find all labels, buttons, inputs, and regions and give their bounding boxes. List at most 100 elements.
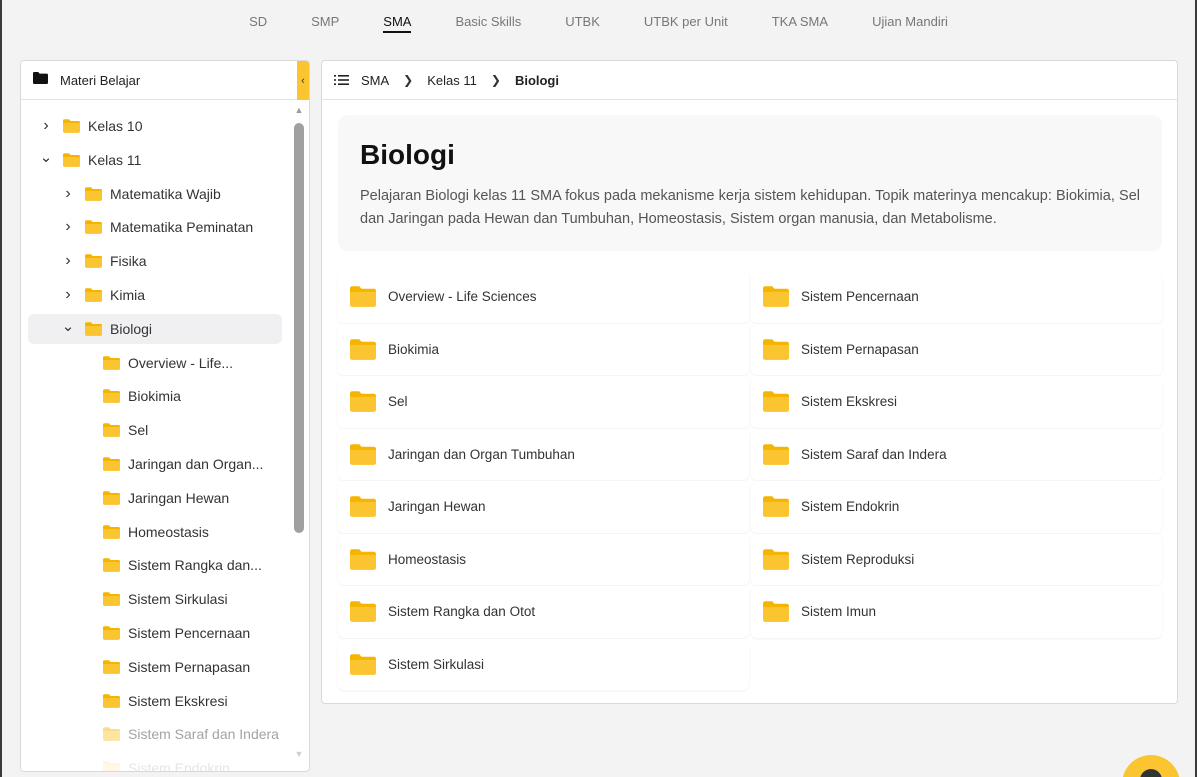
scroll-down-arrow-icon[interactable]: ▼	[293, 749, 305, 761]
tab-ujian-mandiri[interactable]: Ujian Mandiri	[850, 0, 970, 44]
tree-item-label: Matematika Wajib	[110, 185, 221, 202]
topic-name: Sel	[388, 394, 408, 410]
tree-item-sistem-pernapasan[interactable]: Sistem Pernapasan	[103, 652, 250, 682]
tree-item-sistem-pencernaan[interactable]: Sistem Pencernaan	[103, 618, 250, 648]
main-panel: SMA ❯ Kelas 11 ❯ Biologi Biologi Pelajar…	[321, 60, 1178, 704]
tree-item-kelas-11[interactable]: ⌄ Kelas 11	[39, 145, 142, 175]
topic-card[interactable]: Sistem Pernapasan	[751, 323, 1162, 375]
page-title: Biologi	[360, 139, 455, 170]
tree-item-biologi[interactable]: ⌄ Biologi	[28, 313, 282, 344]
scroll-up-arrow-icon[interactable]: ▲	[293, 105, 305, 117]
level-tabs: SD SMP SMA Basic Skills UTBK UTBK per Unit TKA…	[0, 0, 1197, 44]
tree-item-label: Sistem Pernapasan	[128, 658, 251, 675]
topic-card[interactable]: Sistem Pencernaan	[751, 271, 1162, 323]
tab-label: SD	[249, 14, 268, 29]
tab-sma[interactable]: SMA	[361, 0, 433, 44]
tree-item-biokimia[interactable]: Biokimia	[103, 381, 181, 411]
breadcrumb-item-sma[interactable]: SMA	[361, 73, 389, 88]
tree-item-overview-life[interactable]: Overview - Life...	[103, 348, 233, 378]
topic-name: Sistem Reproduksi	[801, 551, 915, 567]
tree-item-sistem-sirkulasi[interactable]: Sistem Sirkulasi	[103, 584, 228, 614]
tree-item-matematika-wajib[interactable]: › Matematika Wajib	[61, 179, 221, 209]
folder-icon	[103, 389, 120, 404]
tree-item-homeostasis[interactable]: Homeostasis	[103, 517, 209, 547]
tree-item-matematika-peminatan[interactable]: › Matematika Peminatan	[61, 212, 253, 242]
chevron-right-icon: ❯	[490, 73, 501, 87]
chevron-right-icon[interactable]: ›	[61, 286, 75, 304]
chevron-right-icon[interactable]: ›	[61, 185, 75, 203]
tree-item-sistem-saraf-dan-indera[interactable]: Sistem Saraf dan Indera	[103, 719, 279, 749]
folder-icon	[103, 524, 120, 539]
tab-label: SMA	[383, 14, 412, 33]
sidebar-title: Materi Belajar	[60, 72, 141, 88]
topic-card[interactable]: Sistem Endokrin	[751, 481, 1162, 533]
chat-icon	[1140, 769, 1162, 777]
tree-item-sel[interactable]: Sel	[103, 415, 148, 445]
topic-card[interactable]: Sistem Saraf dan Indera	[751, 428, 1162, 480]
list-icon[interactable]	[334, 74, 349, 86]
tree-item-sistem-rangka-dan[interactable]: Sistem Rangka dan...	[103, 550, 262, 580]
tab-label: UTBK per Unit	[643, 14, 728, 29]
tree-item-sistem-endokrin[interactable]: Sistem Endokrin	[103, 753, 230, 771]
tab-label: Ujian Mandiri	[872, 14, 948, 29]
tab-sd[interactable]: SD	[227, 0, 289, 44]
folder-icon	[763, 338, 789, 360]
folder-icon	[103, 592, 120, 606]
folder-icon	[103, 423, 120, 437]
folder-icon	[103, 558, 120, 573]
chevron-down-icon[interactable]: ⌄	[39, 148, 53, 166]
folder-icon	[350, 391, 376, 413]
tab-utbk[interactable]: UTBK	[543, 0, 622, 44]
topic-card[interactable]: Jaringan dan Organ Tumbuhan	[338, 428, 749, 480]
tree-item-jaringan-dan-organ[interactable]: Jaringan dan Organ...	[103, 449, 263, 479]
folder-icon	[63, 119, 80, 133]
sidebar-scrollbar[interactable]: ▲ ▼	[293, 105, 305, 761]
tree-item-kimia[interactable]: › Kimia	[61, 280, 145, 310]
tree-item-label: Sistem Pencernaan	[128, 625, 251, 641]
topic-name: Jaringan Hewan	[388, 499, 486, 515]
help-button[interactable]	[1122, 755, 1180, 777]
tree-item-label: Sistem Saraf dan Indera	[128, 726, 279, 743]
tree-item-kelas-10[interactable]: › Kelas 10	[39, 111, 142, 141]
chevron-right-icon[interactable]: ›	[61, 218, 75, 236]
topic-card[interactable]: Sel	[338, 376, 749, 428]
tree-item-fisika[interactable]: › Fisika	[61, 246, 146, 276]
topic-card[interactable]: Sistem Imun	[751, 586, 1162, 638]
topic-name: Overview - Life Sciences	[388, 289, 537, 305]
breadcrumb-current: Biologi	[514, 72, 559, 88]
tree-item-jaringan-hewan[interactable]: Jaringan Hewan	[103, 483, 229, 513]
tree-item-label: Biokimia	[128, 388, 181, 405]
topic-card[interactable]: Overview - Life Sciences	[338, 271, 749, 323]
topic-name: Homeostasis	[388, 551, 467, 567]
folder-icon	[85, 220, 102, 235]
topic-card[interactable]: Homeostasis	[338, 533, 749, 585]
topic-card[interactable]: Sistem Ekskresi	[751, 376, 1162, 428]
folder-icon	[103, 626, 120, 640]
chevron-right-icon[interactable]: ›	[61, 252, 75, 270]
tree-item-label: Sistem Rangka dan...	[128, 557, 262, 574]
subject-description: Pelajaran Biologi kelas 11 SMA fokus pad…	[360, 188, 1140, 227]
scroll-thumb[interactable]	[294, 123, 304, 533]
chevron-down-icon[interactable]: ⌄	[61, 317, 75, 335]
tree-item-label: Kelas 11	[88, 151, 142, 168]
tree-item-label: Kelas 10	[88, 118, 143, 134]
topic-card[interactable]: Sistem Rangka dan Otot	[338, 586, 749, 638]
topic-card[interactable]: Sistem Sirkulasi	[338, 638, 749, 690]
breadcrumb-item-kelas[interactable]: Kelas 11	[427, 73, 477, 88]
tab-label: Basic Skills	[455, 14, 522, 29]
tab-tka-sma[interactable]: TKA SMA	[750, 0, 850, 44]
folder-icon	[103, 761, 120, 771]
material-tree: › Kelas 10 ⌄ Kelas 11 › Matematika Wajib › Mate…	[21, 101, 291, 771]
topic-name: Sistem Imun	[801, 604, 877, 620]
topic-card[interactable]: Biokimia	[338, 323, 749, 375]
tree-item-sistem-ekskresi[interactable]: Sistem Ekskresi	[103, 686, 228, 716]
collapse-sidebar-button[interactable]: ‹	[297, 61, 309, 100]
tab-smp[interactable]: SMP	[289, 0, 361, 44]
topic-card[interactable]: Sistem Reproduksi	[751, 533, 1162, 585]
tab-basic-skills[interactable]: Basic Skills	[433, 0, 543, 44]
folder-icon	[350, 653, 376, 675]
folder-icon	[763, 601, 789, 623]
tab-utbk-per-unit[interactable]: UTBK per Unit	[622, 0, 750, 44]
topic-card[interactable]: Jaringan Hewan	[338, 481, 749, 533]
chevron-right-icon[interactable]: ›	[39, 117, 53, 135]
